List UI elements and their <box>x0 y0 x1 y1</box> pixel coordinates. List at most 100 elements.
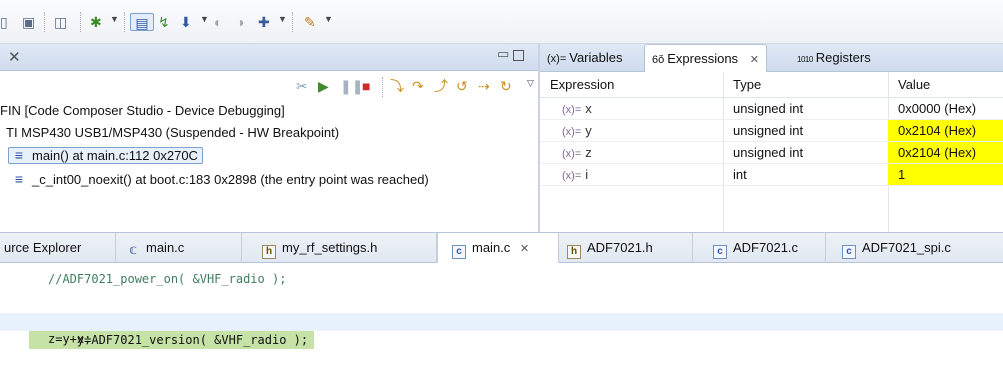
variable-icon: (x)= <box>562 170 582 182</box>
column-header-value[interactable]: Value <box>888 72 1003 98</box>
close-icon[interactable]: ✕ <box>8 48 21 66</box>
code-line: z=y+x; <box>48 332 92 346</box>
c-file-icon: ℂ <box>129 246 137 257</box>
expression-type: unsigned int <box>733 101 804 116</box>
expression-name: (x)= z <box>552 142 592 163</box>
expression-label: y <box>585 123 592 138</box>
tab-my-rf-settings-h[interactable]: h my_rf_settings.h <box>242 233 437 263</box>
debug-view-header: ✕ ▭ <box>0 44 538 71</box>
expression-type: unsigned int <box>733 123 804 138</box>
tab-adf7021-h[interactable]: h ADF7021.h <box>559 233 693 263</box>
step-return-icon[interactable]: ⤴ <box>434 77 448 95</box>
pen-icon[interactable]: ✎ <box>304 13 316 31</box>
chevron-down-icon[interactable]: ▼ <box>200 14 209 24</box>
terminal-icon[interactable]: ▤ <box>130 13 154 31</box>
table-row[interactable]: (x)= x unsigned int 0x0000 (Hex) <box>540 98 1003 120</box>
expression-type: unsigned int <box>733 145 804 160</box>
tab-label: main.c <box>472 240 511 255</box>
tree-item-session[interactable]: FIN [Code Composer Studio - Device Debug… <box>0 100 285 122</box>
expressions-tab-bar: (x)= Variables 6ŏ Expressions ✕ 1010 Regist… <box>540 44 1003 72</box>
step-into-icon[interactable]: ⤵ <box>390 77 404 95</box>
tree-item-label: TI MSP430 USB1/MSP430 (Suspended - HW Br… <box>6 125 340 140</box>
stack-frame-icon: ≡ <box>14 171 24 187</box>
tab-label: ADF7021_spi.c <box>862 240 951 255</box>
tab-main-c-active[interactable]: c main.c ✕ <box>437 233 559 263</box>
column-header-type[interactable]: Type <box>723 72 888 98</box>
tab-registers[interactable]: 1010 Registers <box>790 44 878 72</box>
restart-icon[interactable]: ↻ <box>500 77 512 95</box>
tab-adf7021-spi-c[interactable]: c ADF7021_spi.c <box>826 233 1003 263</box>
close-icon[interactable]: ✕ <box>520 243 529 255</box>
tab-variables[interactable]: (x)= Variables <box>540 44 629 72</box>
debug-icon[interactable]: ✱ <box>90 13 102 31</box>
view-menu-icon[interactable]: ▽ <box>527 78 534 89</box>
table-row[interactable]: (x)= z unsigned int 0x2104 (Hex) <box>540 142 1003 164</box>
expression-value: 0x0000 (Hex) <box>898 101 977 116</box>
code-editor[interactable]: //ADF7021_power_on( &VHF_radio ); y=ADF7… <box>0 263 1003 349</box>
tree-item-label: main() at main.c:112 0x270C <box>32 148 198 163</box>
toolbar-separator <box>382 77 383 97</box>
header-file-icon: h <box>262 245 276 259</box>
debug-toolbar: ✂ ▶ ❚❚ ■ ⤵ ↷ ⤴ ↺ ⇢ ↻ ▽ <box>0 72 538 100</box>
close-icon[interactable]: ✕ <box>750 54 759 66</box>
tab-adf7021-c[interactable]: c ADF7021.c <box>693 233 826 263</box>
build-icon[interactable]: ✚ <box>258 13 270 31</box>
tab-label: ADF7021.c <box>733 240 799 255</box>
c-file-icon: c <box>452 245 466 259</box>
column-header-expression[interactable]: Expression <box>540 72 723 98</box>
suspend-icon[interactable]: ❚❚ <box>340 77 363 95</box>
flash-icon[interactable]: ⬇ <box>180 13 192 31</box>
c-file-icon: c <box>842 245 856 259</box>
table-row[interactable]: (x)= y unsigned int 0x2104 (Hex) <box>540 120 1003 142</box>
toolbar-separator <box>292 12 293 32</box>
variable-icon: (x)= <box>562 148 582 160</box>
registers-icon: 1010 <box>797 55 813 64</box>
expression-label: x <box>585 101 592 116</box>
tab-main-c[interactable]: ℂmain.c <box>116 233 242 263</box>
toolbar-separator <box>44 12 45 32</box>
expressions-icon: 6ŏ <box>652 54 665 66</box>
maximize-icon[interactable] <box>513 50 524 61</box>
toolbar-separator <box>80 12 81 32</box>
assembly-step-icon[interactable]: ↺ <box>456 77 468 95</box>
clock-icon[interactable]: ◑ <box>236 13 244 31</box>
minimize-icon[interactable]: ▭ <box>497 46 509 62</box>
tab-label: Registers <box>815 50 871 65</box>
tab-label: ADF7021.h <box>587 240 653 255</box>
stack-frame-icon: ≡ <box>14 147 24 163</box>
c-file-icon: c <box>713 245 727 259</box>
step-over-icon[interactable]: ↷ <box>412 77 424 95</box>
tree-item-frame-main[interactable]: ≡ main() at main.c:112 0x270C <box>8 144 203 166</box>
table-row[interactable]: (x)= i int 1 <box>540 164 1003 186</box>
expression-value: 0x2104 (Hex) <box>888 142 1003 163</box>
terminate-icon[interactable]: ■ <box>362 77 370 95</box>
chevron-down-icon[interactable]: ▼ <box>278 14 287 24</box>
variables-icon: (x)= <box>547 53 567 65</box>
expression-label: z <box>585 145 592 160</box>
resume-icon[interactable]: ▶ <box>318 77 329 95</box>
print-icon[interactable]: ▣ <box>22 13 35 31</box>
step-filter-icon[interactable]: ↯ <box>158 13 170 31</box>
tree-item-target[interactable]: TI MSP430 USB1/MSP430 (Suspended - HW Br… <box>6 122 339 144</box>
expressions-table: Expression Type Value (x)= x unsigned int… <box>540 72 1003 232</box>
remove-launch-icon[interactable]: ✂ <box>296 77 308 95</box>
breakpoint-set-icon[interactable]: ◐ <box>214 13 222 31</box>
tab-source-explorer[interactable]: urce Explorer <box>0 233 116 263</box>
code-line: //ADF7021_power_on( &VHF_radio ); <box>48 272 287 286</box>
chevron-down-icon[interactable]: ▼ <box>110 14 119 24</box>
toolbar-separator <box>124 12 125 32</box>
save-all-icon[interactable]: ▯ <box>0 13 8 31</box>
tab-label: main.c <box>146 240 185 255</box>
chevron-down-icon[interactable]: ▼ <box>324 14 333 24</box>
selected-stack-frame[interactable]: ≡ main() at main.c:112 0x270C <box>8 147 203 164</box>
expression-name: (x)= x <box>552 98 592 119</box>
tree-item-frame-boot[interactable]: ≡ _c_int00_noexit() at boot.c:183 0x2898 … <box>12 168 429 190</box>
run-to-line-icon[interactable]: ⇢ <box>478 77 490 95</box>
variable-icon: (x)= <box>562 126 582 138</box>
tree-item-label: _c_int00_noexit() at boot.c:183 0x2898 (… <box>32 172 429 187</box>
tab-label: Expressions <box>667 51 739 66</box>
breakpoint-icon[interactable]: ◫ <box>54 13 67 31</box>
tab-expressions[interactable]: 6ŏ Expressions ✕ <box>644 44 767 72</box>
expression-label: i <box>585 167 589 182</box>
